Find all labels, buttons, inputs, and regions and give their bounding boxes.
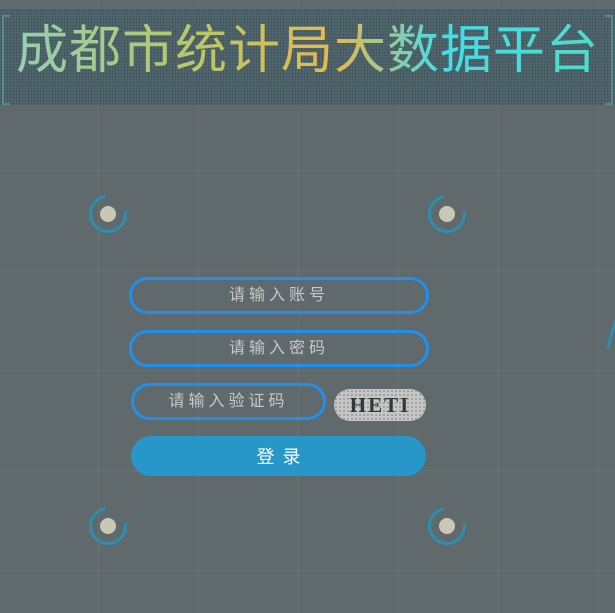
loading-orb-icon	[81, 499, 135, 553]
password-input[interactable]	[129, 330, 429, 367]
partial-edge-glyph: /	[606, 318, 615, 354]
captcha-input[interactable]	[131, 383, 326, 420]
loading-orb-icon	[81, 187, 135, 241]
loading-orb-icon	[420, 187, 474, 241]
login-button[interactable]: 登录	[131, 436, 426, 476]
loading-orb-icon	[420, 499, 474, 553]
page-title: 成都市统计局大数据平台	[0, 23, 615, 79]
username-input[interactable]	[129, 277, 429, 314]
captcha-image[interactable]: HETI	[334, 389, 426, 421]
